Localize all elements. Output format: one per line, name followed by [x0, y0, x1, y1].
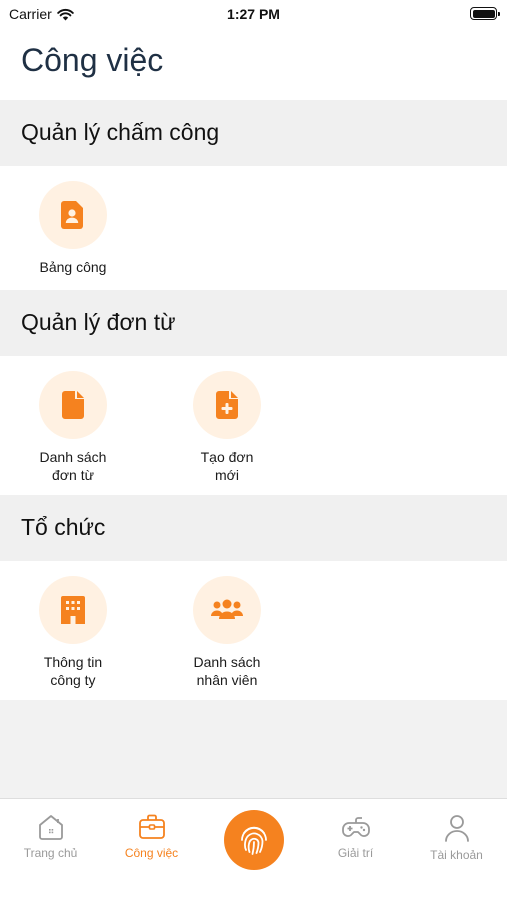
battery-icon: [470, 7, 500, 20]
fingerprint-icon: [241, 826, 267, 855]
building-icon: [61, 596, 85, 624]
tile-label: Danh sách nhân viên: [193, 654, 261, 688]
page-header: Công việc: [0, 28, 507, 100]
user-icon: [444, 815, 469, 842]
contact-card-icon: [61, 201, 83, 229]
tile-icon-circle: [39, 181, 107, 249]
section-body-organization: Thông tin công ty Danh sách nhân viên: [0, 561, 507, 700]
document-icon: [62, 391, 84, 419]
section-title: Tổ chức: [21, 514, 106, 540]
gamepad-icon: [341, 817, 370, 837]
tile-icon-circle: [39, 371, 107, 439]
tile-label: Danh sách đơn từ: [39, 449, 107, 483]
tab-label: Trang chủ: [23, 846, 78, 860]
section-header-organization: Tổ chức: [0, 495, 507, 561]
briefcase-icon: [138, 814, 165, 839]
section-body-attendance: Bảng công: [0, 166, 507, 290]
section-title: Quản lý chấm công: [21, 119, 220, 145]
section-header-attendance: Quản lý chấm công: [0, 100, 507, 166]
tab-account[interactable]: Tài khoản: [406, 799, 507, 879]
section-title: Quản lý đơn từ: [21, 309, 176, 335]
tab-home[interactable]: Trang chủ: [0, 799, 101, 879]
tile-employee-list[interactable]: Danh sách nhân viên: [172, 576, 282, 689]
status-time: 1:27 PM: [227, 6, 280, 22]
home-icon: [38, 815, 63, 840]
document-add-icon: [216, 391, 238, 419]
tile-company-info[interactable]: Thông tin công ty: [18, 576, 128, 689]
tab-work[interactable]: Công việc: [101, 799, 202, 879]
tile-request-list[interactable]: Danh sách đơn từ: [18, 371, 128, 484]
tile-label: Thông tin công ty: [43, 654, 103, 688]
section-header-requests: Quản lý đơn từ: [0, 290, 507, 356]
tile-icon-circle: [193, 576, 261, 644]
tab-entertainment[interactable]: Giải trí: [305, 799, 406, 879]
users-icon: [211, 599, 243, 619]
tab-label: Công việc: [124, 846, 179, 860]
tile-timesheet[interactable]: Bảng công: [18, 181, 128, 276]
page-title: Công việc: [21, 42, 164, 78]
tile-icon-circle: [39, 576, 107, 644]
tile-new-request[interactable]: Tạo đơn mới: [172, 371, 282, 484]
status-bar: Carrier 1:27 PM: [0, 0, 507, 28]
tile-icon-circle: [193, 371, 261, 439]
section-body-requests: Danh sách đơn từ Tạo đơn mới: [0, 356, 507, 495]
tab-label: Giải trí: [337, 846, 374, 860]
tile-label: Tạo đơn mới: [200, 449, 254, 483]
tab-bar: Trang chủ Công việc Giải trí Tài khoản: [0, 798, 507, 900]
tile-label: Bảng công: [39, 259, 107, 275]
fingerprint-button[interactable]: [224, 810, 284, 870]
tab-label: Tài khoản: [430, 848, 483, 862]
